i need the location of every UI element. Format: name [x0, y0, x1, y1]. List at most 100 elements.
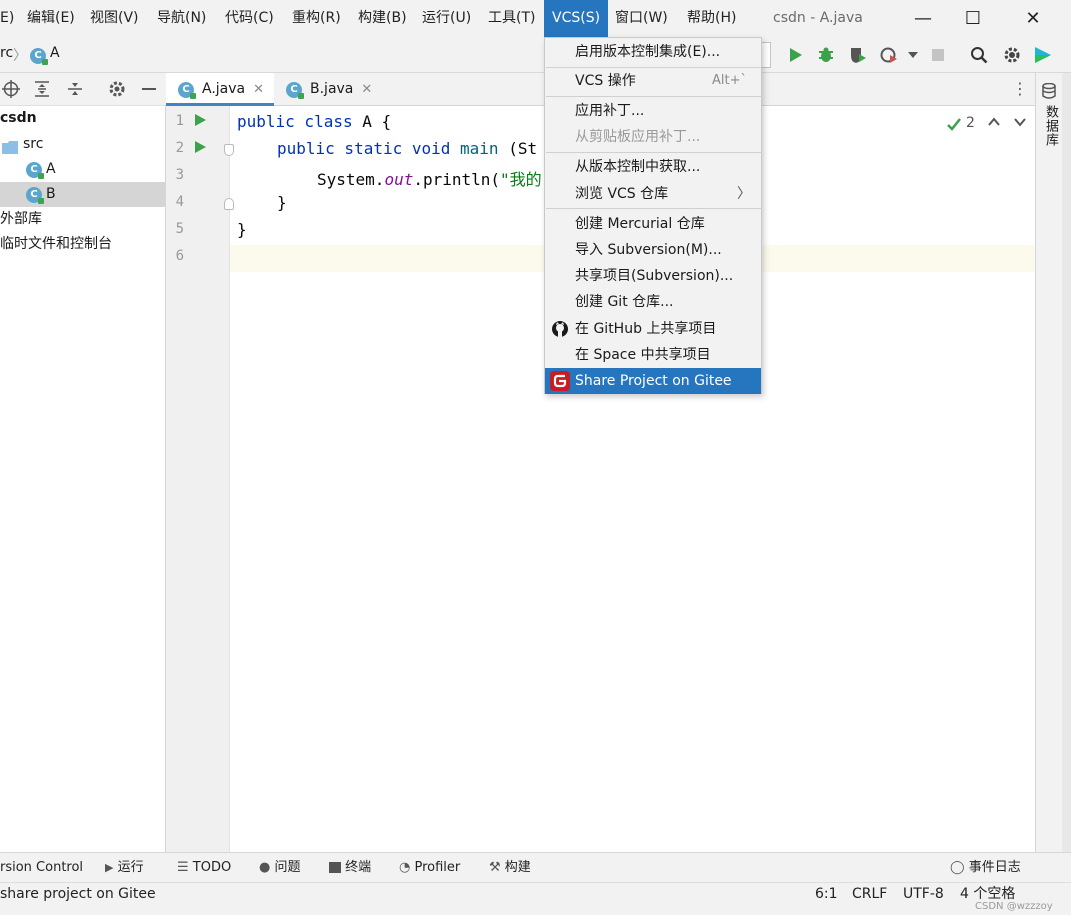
- breadcrumb-class[interactable]: A: [50, 45, 60, 61]
- tree-item-external-libraries[interactable]: 外部库: [0, 207, 165, 232]
- tree-item-class-a[interactable]: C A: [0, 157, 165, 182]
- tool-profiler[interactable]: ◔ Profiler: [399, 853, 460, 883]
- menu-window[interactable]: 窗口(W): [615, 0, 668, 37]
- menu-tools[interactable]: 工具(T): [488, 0, 535, 37]
- menu-item-create-mercurial[interactable]: 创建 Mercurial 仓库: [545, 211, 761, 237]
- tree-item-label: B: [46, 186, 56, 202]
- tool-event-log[interactable]: ◯ 事件日志: [950, 853, 1021, 883]
- tree-item-src[interactable]: src: [0, 132, 165, 157]
- line-number: 3: [175, 167, 184, 183]
- menu-separator: [546, 208, 762, 209]
- toolbox-logo-icon[interactable]: [1032, 44, 1054, 66]
- run-class-gutter-icon[interactable]: [195, 114, 206, 126]
- tree-item-scratches[interactable]: 临时文件和控制台: [0, 232, 165, 257]
- menu-item-apply-patch[interactable]: 应用补丁...: [545, 98, 761, 124]
- menu-edit[interactable]: 编辑(E): [27, 0, 75, 37]
- right-tool-strip: 数据库: [1035, 73, 1062, 852]
- menu-item-label: Share Project on Gitee: [575, 373, 732, 389]
- maximize-button[interactable]: ☐: [948, 0, 998, 37]
- project-toolbar: [0, 73, 166, 106]
- code-text: (St: [498, 139, 538, 158]
- debug-icon[interactable]: [815, 44, 837, 66]
- close-button[interactable]: ✕: [1008, 0, 1058, 37]
- menu-item-share-gitee[interactable]: Share Project on Gitee: [545, 368, 761, 394]
- tool-problems[interactable]: ● 问题: [259, 853, 301, 883]
- project-settings-gear-icon[interactable]: [108, 80, 126, 102]
- tool-terminal[interactable]: 终端: [329, 853, 371, 883]
- line-number: 4: [175, 194, 184, 210]
- code-keyword: public static void: [277, 139, 451, 158]
- tool-build[interactable]: ⚒ 构建: [489, 853, 531, 883]
- previous-highlight-icon[interactable]: [987, 115, 1001, 133]
- menu-item-share-github[interactable]: 在 GitHub 上共享项目: [545, 316, 761, 342]
- run-icon[interactable]: [785, 44, 807, 66]
- coverage-icon[interactable]: [847, 44, 869, 66]
- menu-item-label: 导入 Subversion(M)...: [575, 242, 722, 258]
- event-log-icon: ◯: [950, 860, 965, 875]
- profile-icon[interactable]: [878, 44, 900, 66]
- fold-marker-icon[interactable]: [224, 144, 234, 156]
- close-tab-icon[interactable]: ✕: [361, 82, 372, 97]
- file-encoding[interactable]: UTF-8: [903, 883, 944, 906]
- code-keyword: public class: [237, 112, 353, 131]
- menu-item-share-space[interactable]: 在 Space 中共享项目: [545, 342, 761, 368]
- tab-b-java[interactable]: C B.java ✕: [274, 73, 382, 106]
- code-line-4: }: [277, 193, 287, 212]
- menu-bar: E) 编辑(E) 视图(V) 导航(N) 代码(C) 重构(R) 构建(B) 运…: [0, 0, 1071, 37]
- line-separator[interactable]: CRLF: [852, 883, 887, 906]
- menu-file[interactable]: E): [0, 0, 14, 37]
- menu-item-get-from-vcs[interactable]: 从版本控制中获取...: [545, 154, 761, 180]
- menu-code[interactable]: 代码(C): [225, 0, 274, 37]
- tab-a-java[interactable]: C A.java ✕: [166, 73, 274, 106]
- collapse-all-icon[interactable]: [66, 80, 84, 102]
- menu-item-vcs-operations[interactable]: VCS 操作 Alt+`: [545, 68, 761, 94]
- crosshair-locate-icon[interactable]: [2, 80, 20, 102]
- menu-item-share-subversion[interactable]: 共享项目(Subversion)...: [545, 263, 761, 289]
- menu-item-import-subversion[interactable]: 导入 Subversion(M)...: [545, 237, 761, 263]
- inspection-check-icon[interactable]: [946, 116, 962, 136]
- menu-item-browse-vcs-repo[interactable]: 浏览 VCS 仓库 〉: [545, 181, 761, 207]
- menu-run[interactable]: 运行(U): [422, 0, 471, 37]
- breadcrumb-src[interactable]: rc: [0, 45, 13, 61]
- menu-build[interactable]: 构建(B): [358, 0, 407, 37]
- menu-view[interactable]: 视图(V): [90, 0, 139, 37]
- tool-version-control[interactable]: rsion Control: [0, 853, 83, 883]
- hide-panel-icon[interactable]: [140, 80, 158, 102]
- code-line-3: System.out.println("我的: [317, 166, 542, 190]
- menu-separator: [546, 96, 762, 97]
- tool-label: 问题: [274, 860, 301, 875]
- menu-item-enable-vcs[interactable]: 启用版本控制集成(E)...: [545, 39, 761, 65]
- stop-icon[interactable]: [927, 44, 949, 66]
- search-icon[interactable]: [968, 44, 990, 66]
- line-number: 5: [175, 221, 184, 237]
- more-tabs-icon[interactable]: ⋮: [1012, 79, 1028, 98]
- hammer-icon: ⚒: [489, 860, 501, 875]
- tree-item-class-b[interactable]: C B: [0, 182, 165, 207]
- tree-item-label: 外部库: [0, 211, 42, 227]
- database-icon[interactable]: [1042, 82, 1056, 103]
- menu-refactor[interactable]: 重构(R): [292, 0, 341, 37]
- menu-navigate[interactable]: 导航(N): [157, 0, 206, 37]
- run-main-gutter-icon[interactable]: [195, 141, 206, 153]
- menu-vcs[interactable]: VCS(S): [544, 0, 609, 37]
- database-tool-label[interactable]: 数据库: [1041, 105, 1060, 147]
- settings-gear-icon[interactable]: [1001, 44, 1023, 66]
- close-tab-icon[interactable]: ✕: [253, 82, 264, 97]
- menu-item-label: 启用版本控制集成(E)...: [575, 44, 721, 60]
- list-icon: ☰: [177, 860, 189, 875]
- tree-root-csdn[interactable]: csdn: [0, 106, 165, 131]
- menu-help[interactable]: 帮助(H): [687, 0, 736, 37]
- tool-todo[interactable]: ☰ TODO: [177, 853, 231, 883]
- menu-item-label: 浏览 VCS 仓库: [575, 186, 669, 202]
- fold-marker-icon[interactable]: [224, 198, 234, 210]
- menu-item-label: 从剪贴板应用补丁...: [575, 129, 701, 145]
- minimize-button[interactable]: —: [898, 0, 948, 37]
- project-tree: csdn src C A C B 外部库 临时文件和控制台: [0, 106, 166, 852]
- tool-run[interactable]: ▶ 运行: [105, 853, 144, 883]
- next-highlight-icon[interactable]: [1013, 115, 1027, 133]
- run-options-dropdown-icon[interactable]: [902, 44, 924, 66]
- caret-position[interactable]: 6:1: [815, 883, 838, 906]
- tree-item-label: A: [46, 161, 56, 177]
- expand-all-icon[interactable]: [33, 80, 51, 102]
- menu-item-create-git[interactable]: 创建 Git 仓库...: [545, 289, 761, 315]
